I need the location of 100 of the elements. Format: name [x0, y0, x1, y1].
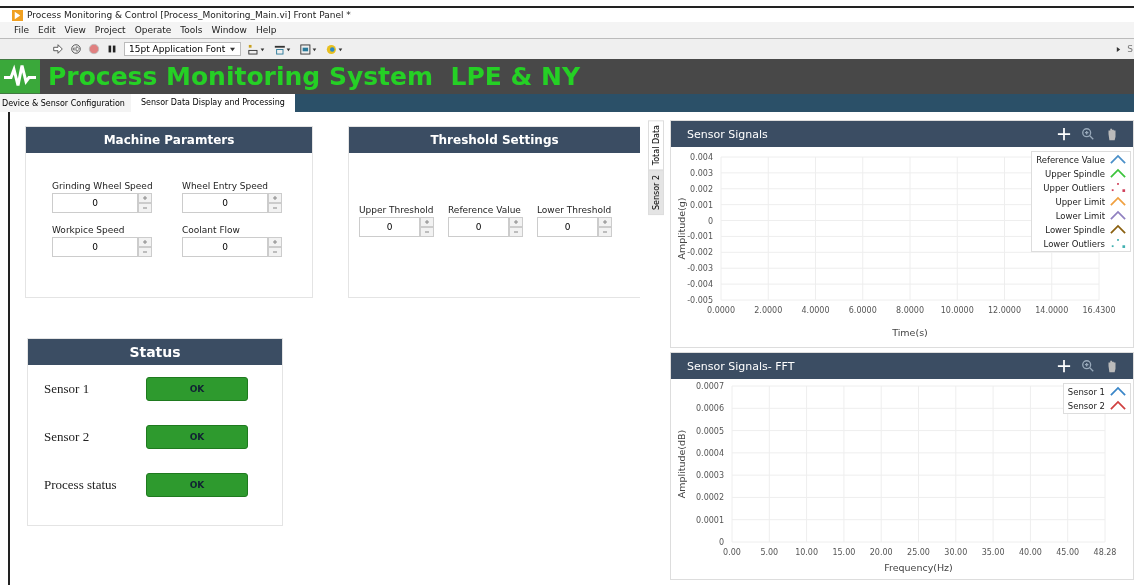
- panel-header: Machine Paramters: [26, 127, 312, 153]
- increment-button[interactable]: [268, 237, 282, 247]
- tick-label: 0: [707, 216, 713, 226]
- zoom-icon[interactable]: [1081, 127, 1095, 141]
- tick-label: 48.28: [1093, 548, 1117, 557]
- tick-label: 45.00: [1056, 548, 1080, 557]
- plus-icon: [142, 195, 148, 201]
- decrement-button[interactable]: [138, 203, 152, 213]
- increment-button[interactable]: [598, 217, 612, 227]
- decrement-button[interactable]: [138, 247, 152, 257]
- tick-label: 8.0000: [896, 306, 924, 315]
- tab[interactable]: Device & Sensor Configuration: [0, 94, 131, 112]
- decrement-button[interactable]: [509, 227, 523, 237]
- tick-label: 0.003: [690, 168, 713, 178]
- plus-icon: [513, 219, 519, 225]
- legend-label: Reference Value: [1036, 154, 1105, 165]
- tick-label: 35.00: [981, 548, 1005, 557]
- chart-title: Sensor Signals: [687, 127, 768, 141]
- decrement-button[interactable]: [268, 247, 282, 257]
- menu-item[interactable]: Operate: [134, 25, 172, 35]
- axis-title: Frequency(Hz): [884, 562, 953, 573]
- increment-button[interactable]: [509, 217, 523, 227]
- tick-label: -0.002: [687, 248, 713, 258]
- menu-item[interactable]: Edit: [38, 25, 56, 35]
- minus-icon: [272, 205, 278, 211]
- control-label: Grinding Wheel Speed: [52, 181, 154, 191]
- tick-label: 40.00: [1018, 548, 1042, 557]
- tick-label: 0.0003: [696, 471, 724, 481]
- run-continuously-icon[interactable]: [70, 43, 82, 55]
- legend-label: Lower Spindle: [1045, 224, 1105, 235]
- crosshair-icon[interactable]: [1057, 127, 1071, 141]
- decrement-button[interactable]: [420, 227, 434, 237]
- window-title: Process Monitoring & Control [Process_Monitoring_Main.vi] Front Panel *: [27, 10, 351, 20]
- pause-icon[interactable]: [106, 43, 118, 55]
- minus-icon: [602, 229, 608, 235]
- increment-button[interactable]: [138, 193, 152, 203]
- numeric-field[interactable]: 0: [52, 237, 138, 257]
- numeric-field[interactable]: 0: [448, 217, 509, 237]
- minus-icon: [424, 229, 430, 235]
- tick-label: 0.0006: [696, 404, 724, 414]
- run-arrow-icon[interactable]: [52, 43, 64, 55]
- menu-item[interactable]: Tools: [180, 25, 203, 35]
- vertical-tab[interactable]: Total Data: [648, 120, 665, 171]
- status-indicator: OK: [146, 425, 248, 449]
- numeric-field[interactable]: 0: [182, 237, 268, 257]
- vertical-tab[interactable]: Sensor 2: [648, 170, 665, 216]
- legend-label: Lower Outliers: [1043, 238, 1105, 249]
- chart-title: Sensor Signals- FFT: [687, 359, 795, 373]
- increment-button[interactable]: [420, 217, 434, 227]
- tick-label: 0.001: [690, 200, 713, 210]
- tick-label: 16.4300: [1082, 306, 1116, 315]
- tick-label: 0.0004: [696, 448, 724, 458]
- menu-item[interactable]: Project: [94, 25, 126, 35]
- scroll-arrow-icon[interactable]: [1116, 45, 1122, 53]
- tick-label: 14.0000: [1035, 306, 1069, 315]
- decrement-button[interactable]: [598, 227, 612, 237]
- legend-label: Sensor 2: [1067, 400, 1105, 411]
- minus-icon: [142, 205, 148, 211]
- font-dropdown[interactable]: 15pt Application Font: [124, 42, 242, 56]
- tick-label: 0.004: [690, 153, 713, 162]
- tick-label: -0.004: [687, 280, 713, 290]
- crosshair-icon[interactable]: [1057, 359, 1071, 373]
- tick-label: 30.00: [944, 548, 968, 557]
- tick-label: 12.0000: [987, 306, 1022, 315]
- plus-icon: [272, 239, 278, 245]
- abort-icon[interactable]: [88, 43, 100, 55]
- tick-label: 25.00: [907, 548, 930, 557]
- menu-item[interactable]: Window: [211, 25, 247, 35]
- menu-item[interactable]: View: [64, 25, 86, 35]
- numeric-field[interactable]: 0: [537, 217, 598, 237]
- control-label: Upper Threshold: [359, 205, 434, 215]
- numeric-field[interactable]: 0: [52, 193, 138, 213]
- decrement-button[interactable]: [268, 203, 282, 213]
- menu-item[interactable]: Help: [255, 25, 277, 35]
- panel-header: Threshold Settings: [349, 127, 640, 153]
- increment-button[interactable]: [268, 193, 282, 203]
- control-label: Workpice Speed: [52, 225, 126, 235]
- tick-label: 5.00: [760, 548, 779, 557]
- plus-icon: [272, 195, 278, 201]
- menu-item[interactable]: File: [14, 25, 30, 35]
- numeric-field[interactable]: 0: [359, 217, 420, 237]
- numeric-field[interactable]: 0: [182, 193, 268, 213]
- tick-label: -0.003: [687, 264, 713, 274]
- caret-icon: [229, 46, 237, 52]
- axis-title: Amplitude(dB): [676, 429, 687, 499]
- tick-label: 0.0007: [696, 382, 724, 391]
- tick-label: 2.0000: [754, 306, 783, 315]
- minus-icon: [513, 229, 519, 235]
- plus-icon: [142, 239, 148, 245]
- minus-icon: [142, 249, 148, 255]
- increment-button[interactable]: [138, 237, 152, 247]
- tick-label: 10.00: [795, 548, 819, 557]
- legend-label: Upper Spindle: [1045, 168, 1105, 179]
- control-label: Wheel Entry Speed: [182, 181, 270, 191]
- tick-label: 20.00: [869, 548, 893, 557]
- legend-label: Lower Limit: [1055, 210, 1105, 221]
- tick-label: 0.00: [723, 548, 741, 557]
- status-label: Sensor 2: [43, 429, 91, 445]
- toolbar-text: S: [1127, 44, 1134, 54]
- zoom-icon[interactable]: [1081, 359, 1095, 373]
